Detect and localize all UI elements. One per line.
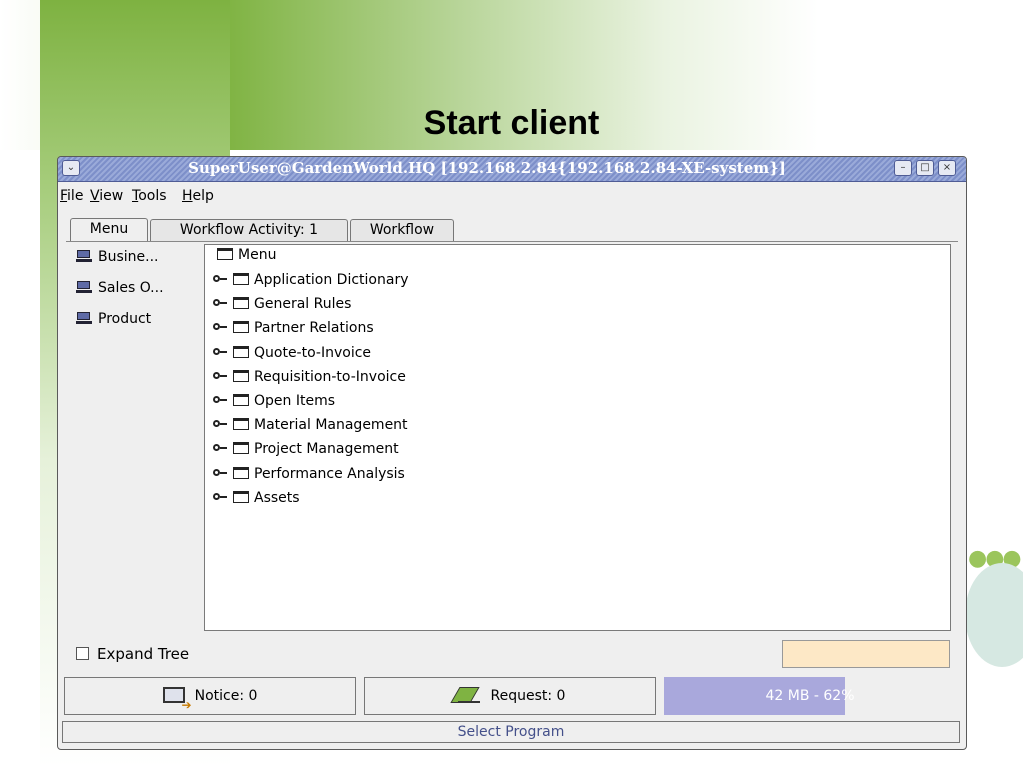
folder-icon bbox=[233, 297, 249, 309]
tree-node[interactable]: Material Management bbox=[213, 414, 408, 436]
request-button[interactable]: Request: 0 bbox=[364, 677, 656, 715]
shortcut-item[interactable]: Product bbox=[76, 311, 151, 333]
expand-toggle-icon[interactable] bbox=[213, 273, 227, 285]
expand-toggle-icon[interactable] bbox=[213, 442, 227, 454]
close-icon[interactable]: × bbox=[938, 160, 956, 176]
shortcut-item[interactable]: Busine... bbox=[76, 249, 159, 271]
checkbox-box[interactable] bbox=[76, 647, 89, 660]
menu-view[interactable]: View bbox=[90, 188, 123, 204]
computer-icon bbox=[76, 312, 92, 324]
search-field[interactable] bbox=[782, 640, 950, 668]
folder-icon bbox=[233, 491, 249, 503]
expand-toggle-icon[interactable] bbox=[213, 467, 227, 479]
shortcut-label: Busine... bbox=[98, 249, 159, 265]
tree-node-label: Quote-to-Invoice bbox=[254, 345, 372, 361]
tree-node-label: Assets bbox=[254, 490, 300, 506]
window-menu-icon[interactable]: ⌄ bbox=[62, 160, 80, 176]
notice-icon bbox=[162, 687, 192, 723]
expand-toggle-icon[interactable] bbox=[213, 491, 227, 503]
tree-node[interactable]: Assets bbox=[213, 487, 300, 509]
tree-node[interactable]: Open Items bbox=[213, 390, 335, 412]
tree-node[interactable]: Project Management bbox=[213, 438, 399, 460]
memory-indicator[interactable]: 42 MB - 62% bbox=[664, 677, 956, 715]
tree-node-label: Open Items bbox=[254, 393, 336, 409]
folder-icon bbox=[233, 346, 249, 358]
shortcut-item[interactable]: Sales O... bbox=[76, 280, 164, 302]
memory-label: 42 MB - 62% bbox=[765, 688, 855, 704]
expand-toggle-icon[interactable] bbox=[213, 346, 227, 358]
tree-node-label: Project Management bbox=[254, 441, 399, 457]
folder-icon bbox=[217, 248, 233, 260]
tree-node[interactable]: Performance Analysis bbox=[213, 463, 405, 485]
folder-icon bbox=[233, 467, 249, 479]
tree-node-label: Partner Relations bbox=[254, 320, 374, 336]
tree-node[interactable]: Quote-to-Invoice bbox=[213, 342, 371, 364]
expand-tree-checkbox[interactable]: Expand Tree bbox=[76, 645, 189, 663]
computer-icon bbox=[76, 250, 92, 262]
request-icon bbox=[455, 685, 481, 703]
tree-node-label: Application Dictionary bbox=[254, 272, 409, 288]
expand-toggle-icon[interactable] bbox=[213, 370, 227, 382]
expand-toggle-icon[interactable] bbox=[213, 297, 227, 309]
tab-workflow[interactable]: Workflow bbox=[350, 219, 454, 241]
tree-root[interactable]: Menu bbox=[217, 244, 276, 266]
tree-node-label: Performance Analysis bbox=[254, 466, 405, 482]
menu-tree: Menu Application Dictionary General Rule… bbox=[204, 244, 951, 631]
folder-icon bbox=[233, 418, 249, 430]
menu-file[interactable]: File bbox=[60, 188, 83, 204]
tree-node[interactable]: Requisition-to-Invoice bbox=[213, 366, 406, 388]
tab-content-border bbox=[66, 241, 958, 242]
window-titlebar[interactable]: ⌄ SuperUser@GardenWorld.HQ [192.168.2.84… bbox=[58, 157, 966, 182]
tab-workflow-activity[interactable]: Workflow Activity: 1 bbox=[150, 219, 348, 241]
computer-icon bbox=[76, 281, 92, 293]
menu-bar: File View Tools Help bbox=[58, 185, 966, 207]
expand-toggle-icon[interactable] bbox=[213, 321, 227, 333]
status-message: Select Program bbox=[62, 721, 960, 743]
folder-icon bbox=[233, 394, 249, 406]
tree-node[interactable]: Application Dictionary bbox=[213, 269, 408, 291]
tree-node[interactable]: General Rules bbox=[213, 293, 351, 315]
tab-menu[interactable]: Menu bbox=[70, 218, 148, 242]
notice-button[interactable]: Notice: 0 bbox=[64, 677, 356, 723]
decorative-circle bbox=[965, 563, 1023, 667]
notice-label: Notice: 0 bbox=[194, 688, 258, 704]
expand-toggle-icon[interactable] bbox=[213, 394, 227, 406]
maximize-icon[interactable]: □ bbox=[916, 160, 934, 176]
tree-node-label: Material Management bbox=[254, 417, 408, 433]
expand-tree-label: Expand Tree bbox=[97, 645, 190, 663]
window-title: SuperUser@GardenWorld.HQ [192.168.2.84{1… bbox=[188, 159, 786, 177]
folder-icon bbox=[233, 442, 249, 454]
shortcut-label: Sales O... bbox=[98, 280, 164, 296]
expand-toggle-icon[interactable] bbox=[213, 418, 227, 430]
folder-icon bbox=[233, 370, 249, 382]
folder-icon bbox=[233, 321, 249, 333]
slide-title: Start client bbox=[423, 104, 600, 142]
tree-node-label: General Rules bbox=[254, 296, 352, 312]
shortcut-label: Product bbox=[98, 311, 152, 327]
application-window: ⌄ SuperUser@GardenWorld.HQ [192.168.2.84… bbox=[57, 156, 967, 750]
minimize-icon[interactable]: – bbox=[894, 160, 912, 176]
request-label: Request: 0 bbox=[490, 688, 566, 704]
menu-help[interactable]: Help bbox=[182, 188, 214, 204]
tree-root-label: Menu bbox=[238, 247, 277, 263]
tree-node-label: Requisition-to-Invoice bbox=[254, 369, 406, 385]
folder-icon bbox=[233, 273, 249, 285]
menu-tools[interactable]: Tools bbox=[132, 188, 167, 204]
tree-node[interactable]: Partner Relations bbox=[213, 317, 374, 339]
